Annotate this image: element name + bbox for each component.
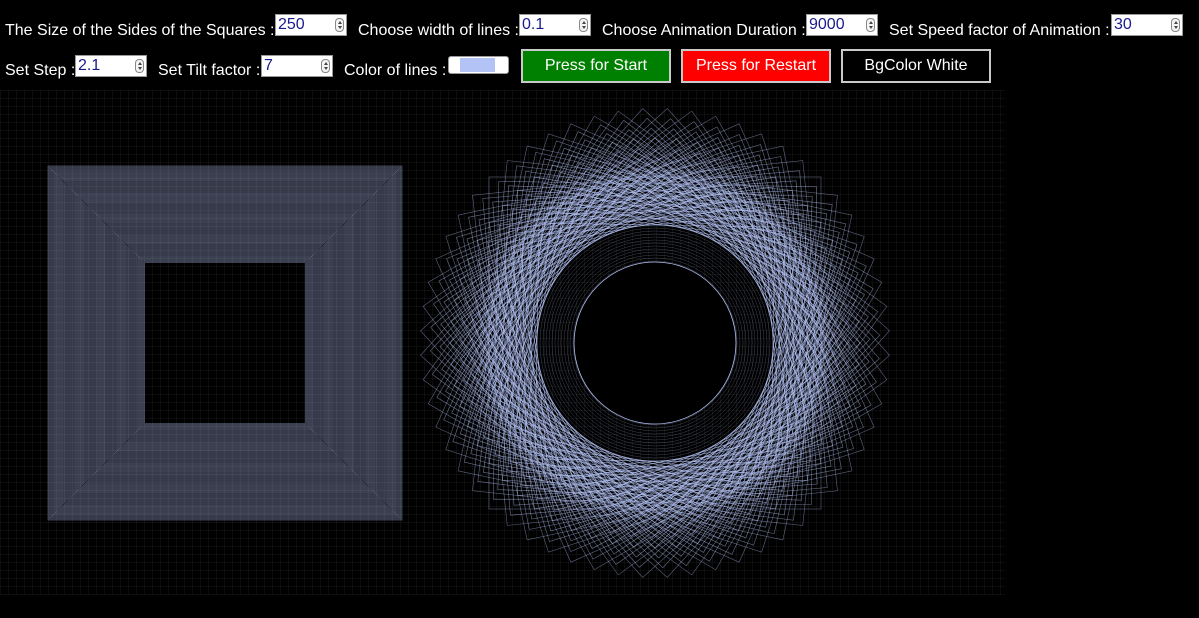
- restart-button[interactable]: Press for Restart: [681, 49, 831, 83]
- speed-value: 30: [1114, 16, 1132, 33]
- spinner-icon[interactable]: [866, 18, 875, 32]
- tilt-label: Set Tilt factor :: [158, 62, 261, 79]
- size-input[interactable]: 250: [275, 14, 347, 36]
- spinner-icon[interactable]: [321, 59, 330, 73]
- width-input[interactable]: 0.1: [519, 14, 591, 36]
- drawing-canvas: [0, 90, 1005, 595]
- step-label: Set Step :: [5, 62, 76, 79]
- spinner-icon[interactable]: [135, 59, 144, 73]
- color-picker[interactable]: [448, 56, 509, 74]
- tilt-input[interactable]: 7: [261, 55, 333, 77]
- start-button[interactable]: Press for Start: [521, 49, 671, 83]
- width-value: 0.1: [522, 16, 545, 33]
- tilt-value: 7: [264, 57, 273, 74]
- center-hole: [573, 261, 737, 425]
- duration-label: Choose Animation Duration :: [602, 22, 806, 39]
- duration-value: 9000: [809, 16, 845, 33]
- spinner-icon[interactable]: [579, 18, 588, 32]
- color-swatch: [460, 58, 495, 72]
- width-label: Choose width of lines :: [358, 22, 519, 39]
- spinner-icon[interactable]: [335, 18, 344, 32]
- bgcolor-button[interactable]: BgColor White: [841, 49, 991, 83]
- size-value: 250: [278, 16, 305, 33]
- step-input[interactable]: 2.1: [75, 55, 147, 77]
- step-value: 2.1: [78, 57, 101, 74]
- size-label: The Size of the Sides of the Squares :: [5, 22, 275, 39]
- speed-label: Set Speed factor of Animation :: [889, 22, 1110, 39]
- spinner-icon[interactable]: [1171, 18, 1180, 32]
- color-label: Color of lines :: [344, 62, 447, 79]
- speed-input[interactable]: 30: [1111, 14, 1183, 36]
- duration-input[interactable]: 9000: [806, 14, 878, 36]
